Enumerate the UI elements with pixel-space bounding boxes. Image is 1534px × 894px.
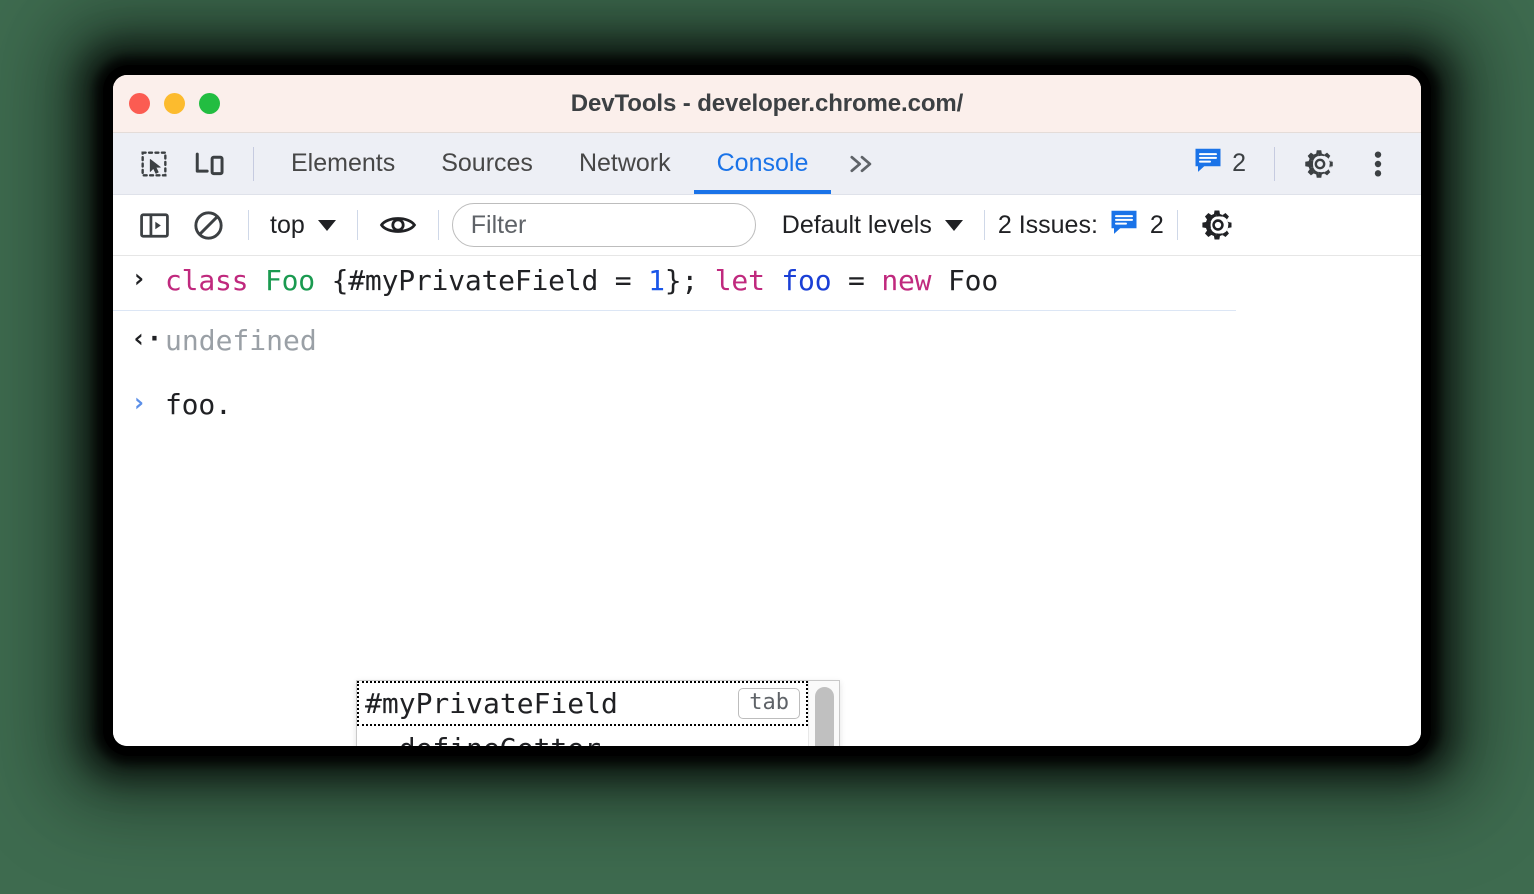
prompt-arrow-icon: ›	[131, 264, 147, 294]
autocomplete-scrollbar-thumb[interactable]	[815, 687, 834, 746]
inspect-element-icon[interactable]	[127, 137, 181, 191]
toolbar-divider-2	[356, 210, 358, 240]
execution-context-selector[interactable]: top	[262, 211, 344, 240]
toolbar-divider-3	[437, 210, 439, 240]
device-toolbar-icon[interactable]	[183, 137, 237, 191]
console-output[interactable]: › class Foo {#myPrivateField = 1}; let f…	[113, 256, 1421, 746]
issues-indicator[interactable]: 2	[1183, 146, 1256, 181]
code-token: Foo	[948, 264, 998, 297]
tabbar-divider	[253, 146, 254, 181]
tab-sources[interactable]: Sources	[418, 133, 556, 194]
console-result-row: ‹· undefined	[113, 311, 1421, 366]
issues-count: 2	[1232, 149, 1246, 177]
window-title: DevTools - developer.chrome.com/	[570, 89, 964, 117]
result-arrow-icon: ‹·	[131, 324, 163, 355]
code-token: =	[831, 264, 882, 297]
execution-context-label: top	[270, 210, 305, 239]
panel-tabs: Elements Sources Network Console	[268, 133, 893, 194]
code-token: foo	[781, 264, 832, 297]
tabbar-divider-right	[1274, 146, 1275, 181]
chevron-down-icon	[944, 219, 963, 231]
code-token: {#myPrivateField =	[314, 264, 649, 297]
tabbar-right-tools: 2	[1183, 133, 1421, 194]
console-prompt-text[interactable]: foo.	[165, 389, 232, 421]
tabbar-left-tools	[113, 133, 268, 194]
autocomplete-item-label: __defineGetter__	[365, 732, 802, 746]
tab-key-badge: tab	[738, 688, 800, 719]
tab-elements[interactable]: Elements	[268, 133, 418, 194]
console-toolbar: top Default levels 2 Issues:	[113, 195, 1421, 256]
clear-console-icon[interactable]	[181, 201, 235, 249]
console-expression: class Foo {#myPrivateField = 1}; let foo…	[165, 264, 998, 297]
more-tabs-icon[interactable]	[831, 133, 893, 194]
live-expression-icon[interactable]	[371, 201, 425, 249]
three-dot-menu-icon[interactable]	[1351, 137, 1405, 191]
gear-icon[interactable]	[1191, 201, 1245, 249]
chevron-down-icon	[317, 219, 336, 231]
autocomplete-item-selected[interactable]: #myPrivateField tab	[357, 681, 808, 726]
toolbar-divider-5	[1176, 210, 1178, 240]
autocomplete-list: #myPrivateField tab __defineGetter__ __d…	[357, 681, 808, 746]
issues-label: 2 Issues:	[997, 210, 1098, 239]
log-levels-label: Default levels	[781, 210, 932, 239]
devtools-tabbar: Elements Sources Network Console 2	[113, 133, 1421, 195]
prompt-arrow-icon: ›	[131, 388, 147, 419]
gear-icon[interactable]	[1293, 137, 1347, 191]
console-result-value: undefined	[165, 324, 317, 358]
filter-input[interactable]	[451, 203, 756, 247]
autocomplete-item[interactable]: __defineGetter__	[357, 726, 808, 746]
console-prompt-row[interactable]: › foo.	[113, 366, 1421, 430]
console-sidebar-icon[interactable]	[127, 201, 181, 249]
console-input-row: › class Foo {#myPrivateField = 1}; let f…	[113, 256, 1236, 312]
issues-message-icon	[1193, 146, 1223, 181]
issues-summary[interactable]: 2 Issues: 2	[998, 208, 1164, 243]
log-levels-selector[interactable]: Default levels	[774, 211, 971, 240]
code-token: Foo	[264, 264, 315, 297]
devtools-window: DevTools - developer.chrome.com/ Element…	[113, 75, 1421, 746]
autocomplete-scrollbar[interactable]	[808, 681, 839, 746]
tab-console[interactable]: Console	[693, 133, 832, 194]
code-token: };	[664, 264, 715, 297]
autocomplete-item-label: #myPrivateField	[365, 687, 618, 720]
close-button[interactable]	[129, 93, 150, 114]
toolbar-divider-4	[983, 210, 985, 240]
issues-count: 2	[1149, 210, 1164, 239]
toolbar-divider-1	[248, 210, 249, 240]
tab-network[interactable]: Network	[556, 133, 694, 194]
minimize-button[interactable]	[164, 93, 185, 114]
autocomplete-popup[interactable]: #myPrivateField tab __defineGetter__ __d…	[356, 680, 840, 746]
traffic-lights	[113, 93, 220, 114]
code-token: 1	[648, 264, 665, 297]
maximize-button[interactable]	[199, 93, 220, 114]
code-token: class	[165, 264, 265, 297]
window-titlebar: DevTools - developer.chrome.com/	[113, 75, 1421, 133]
code-token: let	[714, 264, 782, 297]
issues-message-icon	[1109, 208, 1139, 243]
code-token: new	[881, 264, 948, 297]
